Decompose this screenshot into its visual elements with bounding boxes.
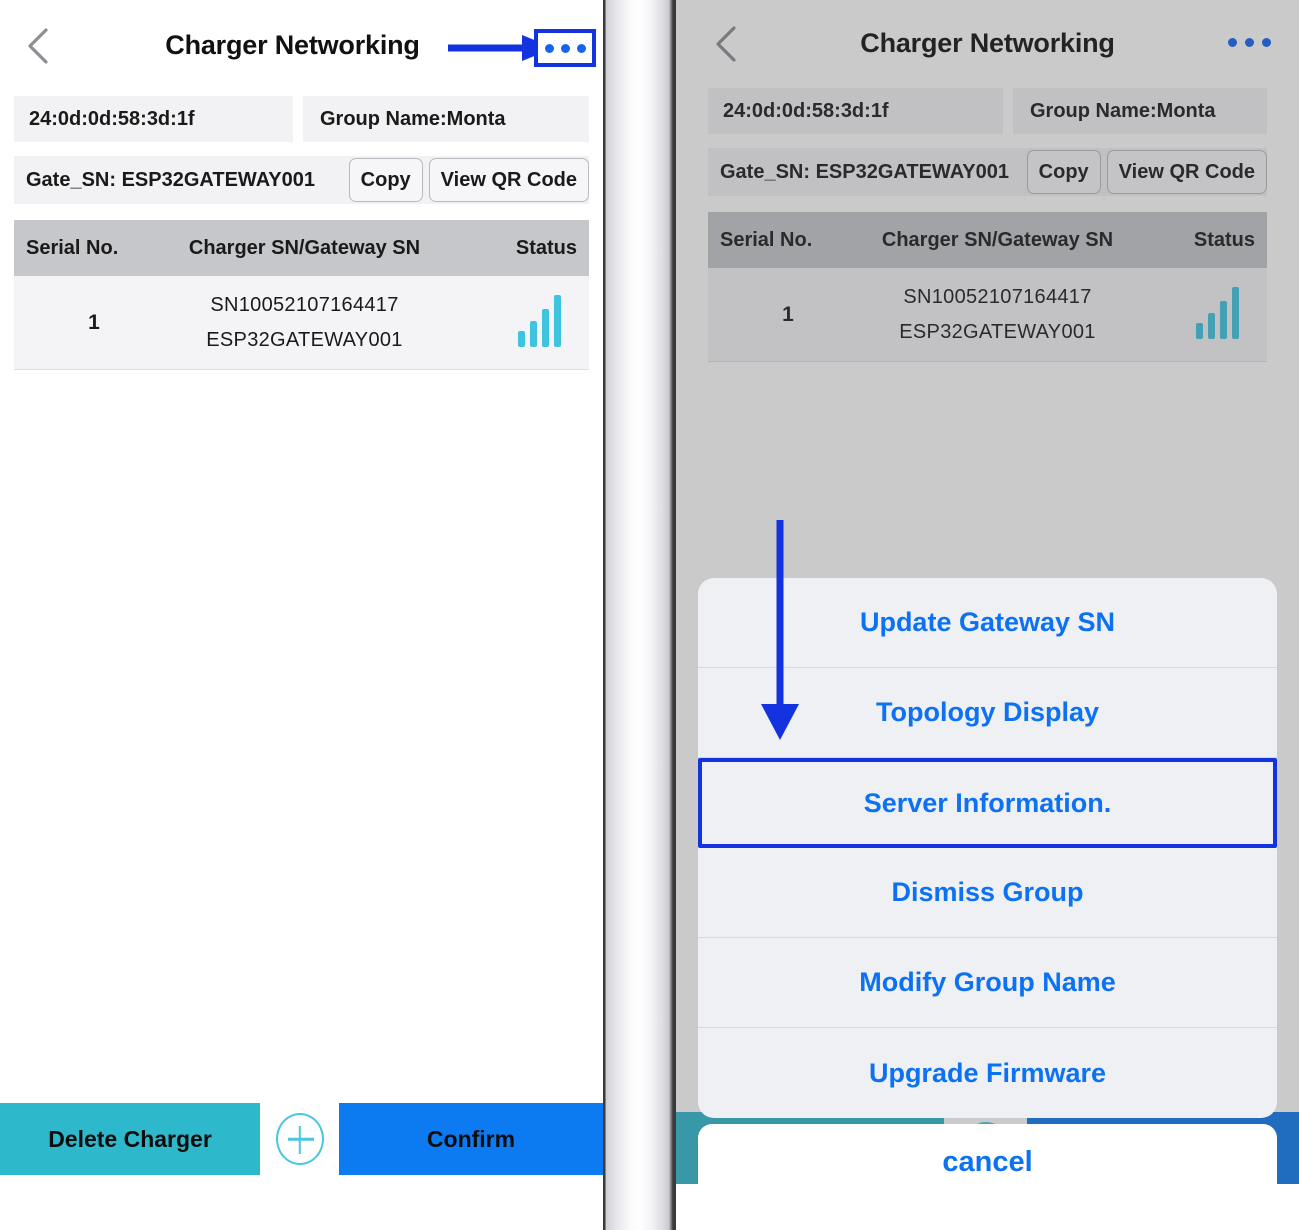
action-dismiss-group[interactable]: Dismiss Group	[698, 848, 1277, 938]
signal-bars-icon	[489, 294, 589, 351]
gateway-sn-row: Gate_SN: ESP32GATEWAY001 Copy View QR Co…	[708, 148, 1267, 196]
group-name-field: Group Name:Monta	[1013, 88, 1267, 134]
action-upgrade-firmware[interactable]: Upgrade Firmware	[698, 1028, 1277, 1118]
more-options-icon	[1245, 38, 1254, 47]
table-header-row: Serial No. Charger SN/Gateway SN Status	[708, 212, 1267, 268]
left-phone-screen: Charger Networking 24:0d:0d:58:3d:1f Gro…	[0, 0, 603, 1230]
more-options-button[interactable]	[1228, 38, 1271, 47]
cancel-button[interactable]: cancel	[698, 1124, 1277, 1200]
view-qr-code-button[interactable]: View QR Code	[1106, 150, 1267, 194]
bottom-action-bar: Delete Charger Confirm	[0, 1103, 603, 1175]
column-header-serial: Serial No.	[26, 236, 119, 259]
left-navigation-bar: Charger Networking	[0, 0, 603, 92]
signal-bar	[1231, 286, 1239, 339]
mac-address-field: 24:0d:0d:58:3d:1f	[708, 88, 1003, 134]
cell-serial: 1	[88, 310, 100, 334]
delete-charger-button[interactable]: Delete Charger	[0, 1103, 260, 1175]
column-header-sn: Charger SN/Gateway SN	[881, 228, 1114, 251]
down-arrow-annotation	[761, 520, 799, 740]
screenshot-canvas: Charger Networking 24:0d:0d:58:3d:1f Gro…	[0, 0, 1299, 1230]
column-header-status: Status	[515, 236, 577, 259]
cell-serial: 1	[782, 302, 794, 326]
table-row[interactable]: 1 SN10052107164417 ESP32GATEWAY001	[708, 268, 1267, 362]
more-options-button[interactable]	[534, 29, 596, 67]
signal-bar	[541, 308, 549, 347]
more-options-icon	[1228, 38, 1237, 47]
confirm-button[interactable]: Confirm	[339, 1103, 603, 1175]
gateway-sn-label: Gate_SN: ESP32GATEWAY001	[720, 160, 1010, 183]
device-info-row: 24:0d:0d:58:3d:1f Group Name:Monta	[14, 96, 589, 142]
copy-button[interactable]: Copy	[1026, 150, 1101, 194]
device-info-row: 24:0d:0d:58:3d:1f Group Name:Monta	[708, 88, 1267, 134]
page-title: Charger Networking	[860, 28, 1115, 58]
column-header-status: Status	[1193, 228, 1255, 251]
charger-sn-value: SN10052107164417	[903, 285, 1092, 308]
mac-address-field: 24:0d:0d:58:3d:1f	[14, 96, 293, 142]
right-navigation-bar: Charger Networking	[676, 0, 1299, 88]
add-charger-wrap	[260, 1113, 339, 1165]
signal-bar	[517, 330, 525, 347]
column-header-sn: Charger SN/Gateway SN	[188, 236, 421, 259]
cell-sn: SN10052107164417 ESP32GATEWAY001	[868, 286, 1167, 344]
group-name-field: Group Name:Monta	[303, 96, 589, 142]
signal-bars-icon	[1167, 286, 1267, 343]
view-qr-code-button[interactable]: View QR Code	[428, 158, 589, 202]
signal-bar	[553, 294, 561, 347]
signal-bar	[1195, 322, 1203, 339]
copy-button[interactable]: Copy	[348, 158, 423, 202]
plus-circle-icon[interactable]	[275, 1113, 324, 1165]
more-options-icon	[1262, 38, 1271, 47]
column-header-serial: Serial No.	[720, 228, 813, 251]
gateway-sn-row: Gate_SN: ESP32GATEWAY001 Copy View QR Co…	[14, 156, 589, 204]
cell-sn: SN10052107164417 ESP32GATEWAY001	[174, 294, 489, 352]
action-server-information[interactable]: Server Information.	[698, 758, 1277, 848]
gateway-sn-value: ESP32GATEWAY001	[206, 328, 403, 351]
signal-bar	[1219, 300, 1227, 339]
action-modify-group-name[interactable]: Modify Group Name	[698, 938, 1277, 1028]
table-row[interactable]: 1 SN10052107164417 ESP32GATEWAY001	[14, 276, 589, 370]
signal-bar	[529, 320, 537, 347]
more-options-icon	[544, 43, 554, 53]
panel-divider	[603, 0, 676, 1230]
more-options-icon	[576, 43, 586, 53]
gateway-sn-label: Gate_SN: ESP32GATEWAY001	[26, 168, 316, 191]
table-header-row: Serial No. Charger SN/Gateway SN Status	[14, 220, 589, 276]
gateway-sn-actions: Copy View QR Code	[1026, 148, 1267, 196]
signal-bar	[1207, 312, 1215, 339]
more-options-icon	[560, 43, 570, 53]
charger-table: Serial No. Charger SN/Gateway SN Status …	[14, 220, 589, 370]
gateway-sn-value: ESP32GATEWAY001	[899, 320, 1096, 343]
charger-sn-value: SN10052107164417	[210, 293, 399, 316]
charger-table: Serial No. Charger SN/Gateway SN Status …	[708, 212, 1267, 362]
gateway-sn-actions: Copy View QR Code	[348, 156, 589, 204]
